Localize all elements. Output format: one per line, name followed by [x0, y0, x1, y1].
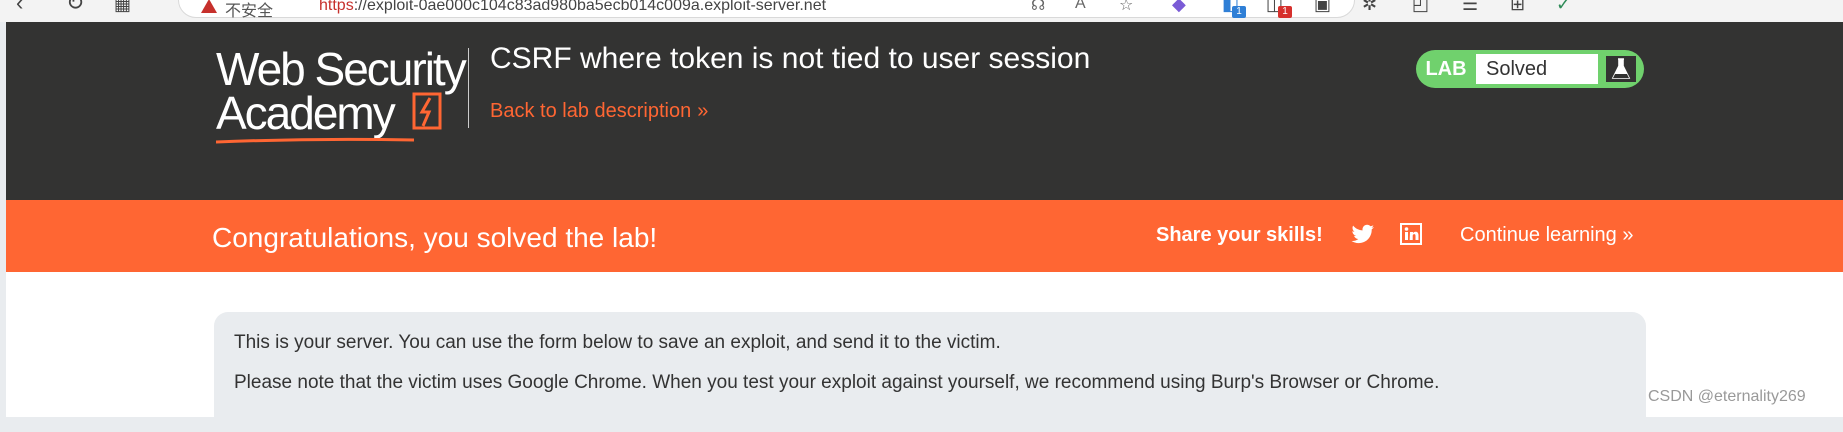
warning-icon	[201, 0, 217, 13]
not-secure-label: 不安全	[225, 3, 274, 20]
csdn-watermark: CSDN @eternality269	[1648, 388, 1806, 405]
extension-badge: 1	[1232, 6, 1246, 18]
double-chevron-right-icon: »	[1622, 224, 1634, 246]
twitter-icon[interactable]	[1351, 224, 1375, 246]
lab-label: LAB	[1425, 58, 1467, 80]
url-host: ://exploit-0ae000c104c83ad980ba5ecb014c0…	[353, 0, 827, 14]
share-skills-label: Share your skills!	[1156, 224, 1323, 246]
page: Web Security Academy CSRF where token is…	[6, 22, 1843, 432]
extensions-puzzle-icon[interactable]: ✲	[1362, 0, 1377, 15]
academy-header: Web Security Academy CSRF where token is…	[6, 22, 1843, 200]
copilot-icon[interactable]: ◆	[1172, 0, 1186, 15]
web-security-academy-logo[interactable]: Web Security Academy	[216, 46, 472, 146]
profile-icon[interactable]: ✓	[1556, 0, 1571, 15]
lab-status-widget: LAB Solved	[1416, 50, 1644, 88]
continue-learning-link[interactable]: Continue learning »	[1460, 224, 1633, 247]
refresh-icon[interactable]: ↻	[66, 0, 84, 16]
back-arrow-icon[interactable]: ‹	[16, 0, 23, 16]
double-chevron-right-icon: »	[697, 100, 709, 122]
add-tab-icon[interactable]: ⊞	[1510, 0, 1525, 15]
lab-status-value: Solved	[1476, 54, 1598, 84]
split-screen-icon[interactable]: ◰	[1412, 0, 1429, 15]
logo-text-line1: Web Security	[216, 43, 467, 95]
favorite-star-icon[interactable]: ☆	[1119, 0, 1133, 15]
read-aloud-icon[interactable]: ☊	[1031, 0, 1045, 15]
lab-title: CSRF where token is not tied to user ses…	[490, 42, 1091, 75]
browser-toolbar: ‹ ↻ ▦ 不安全 https://exploit-0ae000c104c83a…	[0, 0, 1843, 22]
logo-text-line2: Academy	[216, 87, 396, 139]
exploit-server-info-box: This is your server. You can use the for…	[214, 312, 1646, 432]
url-scheme: https	[319, 0, 354, 14]
url-text[interactable]: https://exploit-0ae000c104c83ad980ba5ecb…	[319, 0, 826, 15]
info-paragraph-1: This is your server. You can use the for…	[234, 332, 1001, 353]
header-divider	[468, 48, 469, 128]
info-paragraph-2: Please note that the victim uses Google …	[234, 372, 1440, 393]
apps-grid-icon[interactable]: ▦	[114, 0, 131, 15]
favorites-icon[interactable]: ☰	[1462, 0, 1478, 15]
solved-banner: Congratulations, you solved the lab! Sha…	[6, 200, 1843, 272]
back-link-label: Back to lab description	[490, 100, 692, 122]
continue-learning-label: Continue learning	[1460, 224, 1617, 246]
font-size-icon[interactable]: A	[1075, 0, 1086, 13]
back-to-lab-description-link[interactable]: Back to lab description»	[490, 100, 708, 123]
lightning-bolt-icon	[412, 92, 442, 130]
extension-badge-2: 1	[1278, 6, 1292, 18]
flask-icon	[1606, 56, 1636, 82]
logo-underline-icon	[216, 137, 415, 144]
congratulations-message: Congratulations, you solved the lab!	[212, 222, 658, 253]
linkedin-icon[interactable]	[1400, 223, 1422, 245]
collections-icon[interactable]: ▣	[1314, 0, 1331, 15]
